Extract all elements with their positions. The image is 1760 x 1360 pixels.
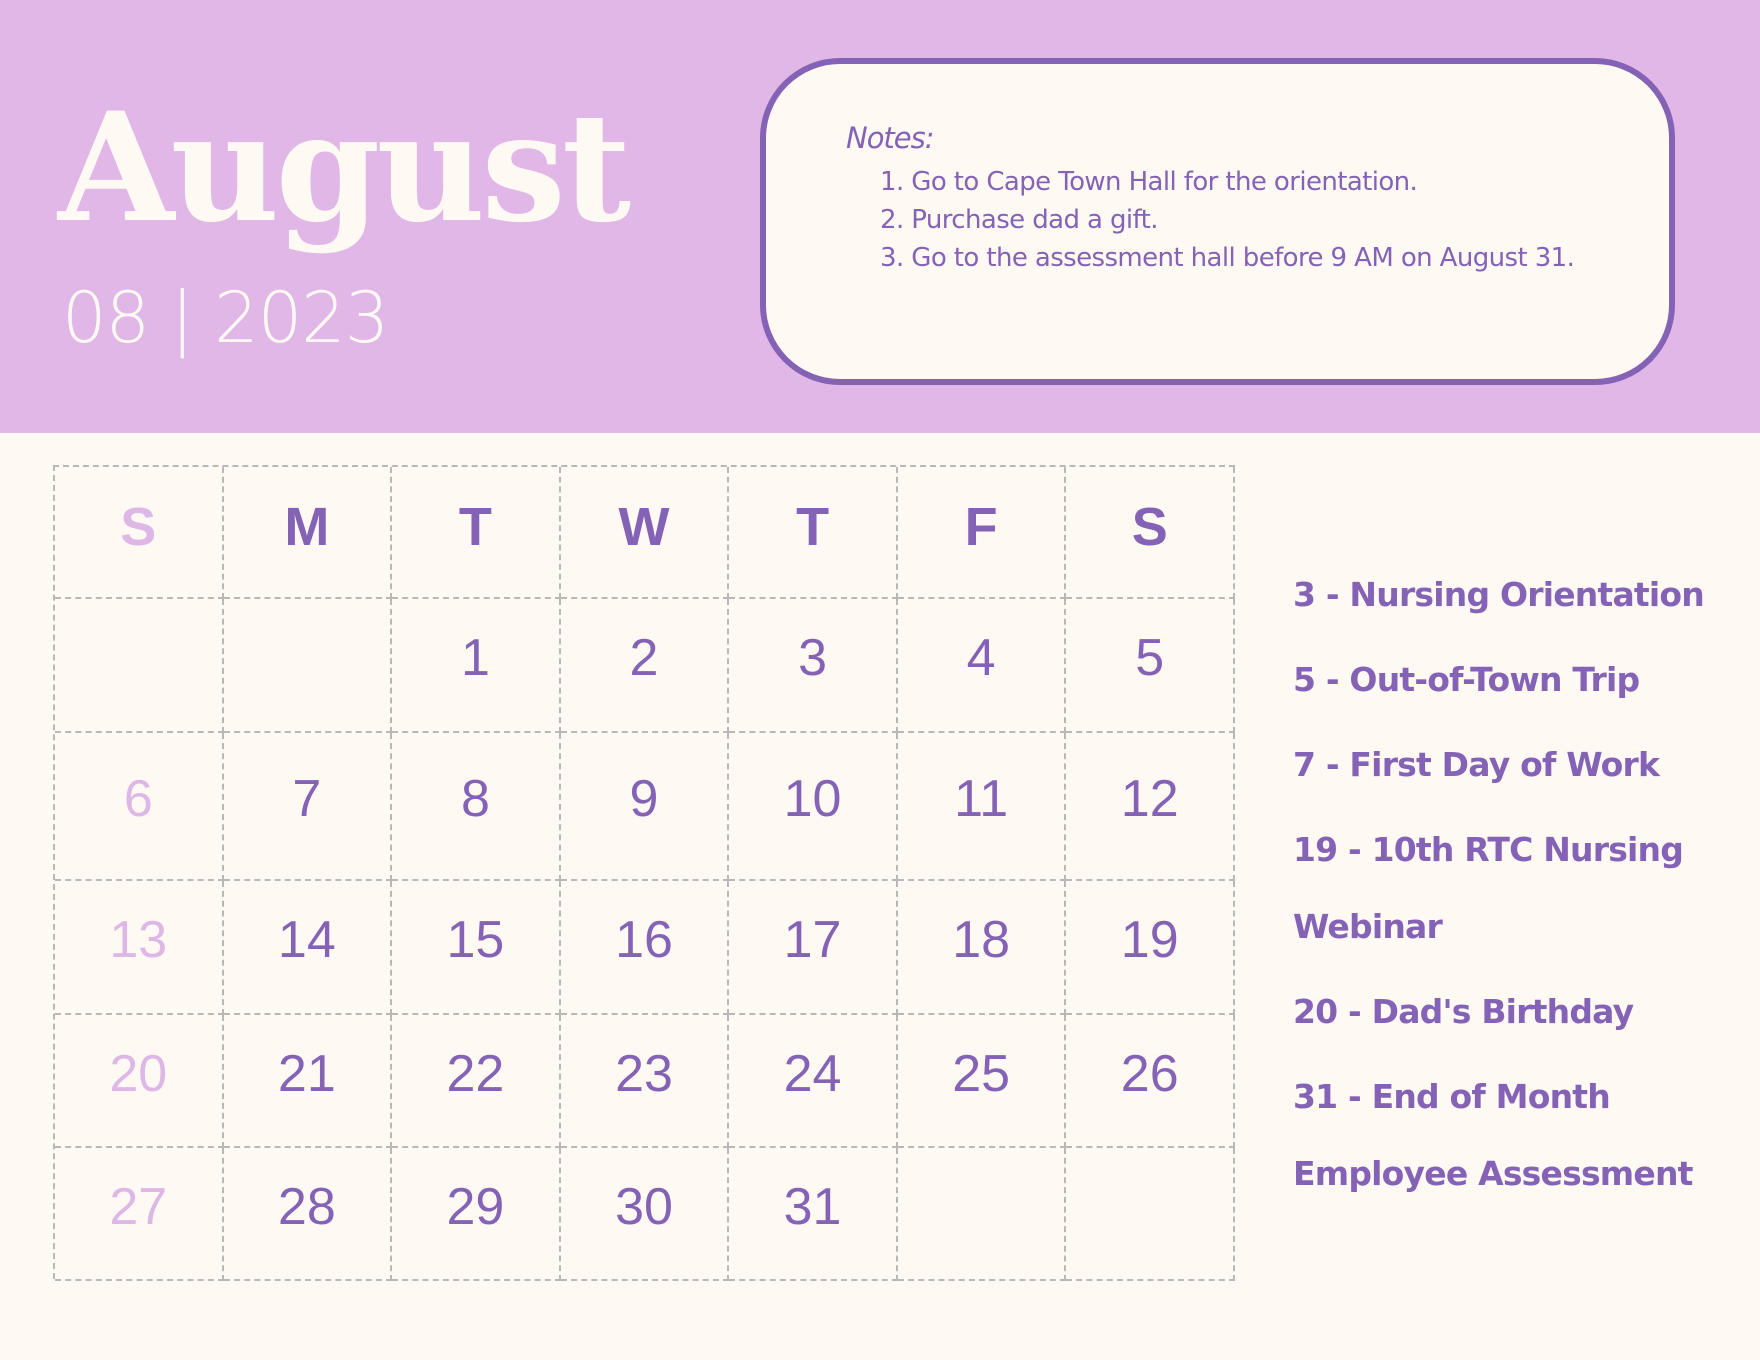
day-cell: 19 (1066, 881, 1235, 1015)
day-cell: 10 (729, 733, 898, 881)
day-cell: 1 (392, 599, 561, 733)
header-banner: August 08 | 2023 Notes: 1. Go to Cape To… (0, 0, 1760, 433)
day-cell: 8 (392, 733, 561, 881)
event-item: 5 - Out-of-Town Trip (1293, 660, 1640, 699)
day-cell: 23 (560, 1015, 730, 1148)
day-cell: 31 (729, 1148, 898, 1281)
weekday-monday: M (223, 467, 393, 599)
day-cell (223, 599, 393, 733)
day-cell: 14 (223, 881, 393, 1015)
day-cell: 18 (897, 881, 1067, 1015)
weekday-thursday: T (729, 467, 898, 599)
day-cell: 29 (392, 1148, 561, 1281)
day-cell: 20 (55, 1015, 224, 1148)
day-cell: 9 (560, 733, 730, 881)
weekday-tuesday: T (392, 467, 561, 599)
day-cell: 28 (223, 1148, 393, 1281)
weekday-saturday: S (1066, 467, 1235, 599)
event-item: 31 - End of Month Employee Assessment (1293, 1077, 1693, 1193)
day-cell: 13 (55, 881, 224, 1015)
day-cell: 11 (897, 733, 1067, 881)
day-cell: 2 (560, 599, 730, 733)
day-cell (897, 1148, 1067, 1281)
note-item: 2. Purchase dad a gift. (880, 205, 1158, 235)
events-list: 3 - Nursing Orientation 5 - Out-of-Town … (1293, 556, 1713, 1220)
day-cell: 24 (729, 1015, 898, 1148)
day-cell: 6 (55, 733, 224, 881)
day-cell: 21 (223, 1015, 393, 1148)
event-item: 19 - 10th RTC Nursing Webinar (1293, 830, 1684, 946)
note-item: 1. Go to Cape Town Hall for the orientat… (880, 167, 1418, 197)
weekday-sunday: S (55, 467, 224, 599)
calendar-grid: S M T W T F S 1 2 3 4 5 6 7 8 9 10 11 12… (53, 465, 1235, 1281)
event-item: 3 - Nursing Orientation (1293, 575, 1705, 614)
notes-title: Notes: (846, 121, 935, 155)
event-item: 7 - First Day of Work (1293, 745, 1660, 784)
day-cell: 5 (1066, 599, 1235, 733)
day-cell: 25 (897, 1015, 1067, 1148)
day-cell: 30 (560, 1148, 730, 1281)
note-item: 3. Go to the assessment hall before 9 AM… (880, 243, 1575, 273)
month-title: August (58, 80, 631, 256)
day-cell: 26 (1066, 1015, 1235, 1148)
notes-list: 1. Go to Cape Town Hall for the orientat… (880, 168, 1620, 282)
day-cell: 15 (392, 881, 561, 1015)
day-cell: 22 (392, 1015, 561, 1148)
notes-box: Notes: 1. Go to Cape Town Hall for the o… (760, 58, 1675, 385)
day-cell (1066, 1148, 1235, 1281)
day-cell: 17 (729, 881, 898, 1015)
month-year-label: 08 | 2023 (62, 277, 389, 359)
day-cell: 7 (223, 733, 393, 881)
day-cell: 4 (897, 599, 1067, 733)
weekday-wednesday: W (560, 467, 730, 599)
weekday-friday: F (897, 467, 1067, 599)
day-cell: 12 (1066, 733, 1235, 881)
day-cell: 16 (560, 881, 730, 1015)
day-cell: 27 (55, 1148, 224, 1281)
day-cell (55, 599, 224, 733)
day-cell: 3 (729, 599, 898, 733)
event-item: 20 - Dad's Birthday (1293, 992, 1634, 1031)
